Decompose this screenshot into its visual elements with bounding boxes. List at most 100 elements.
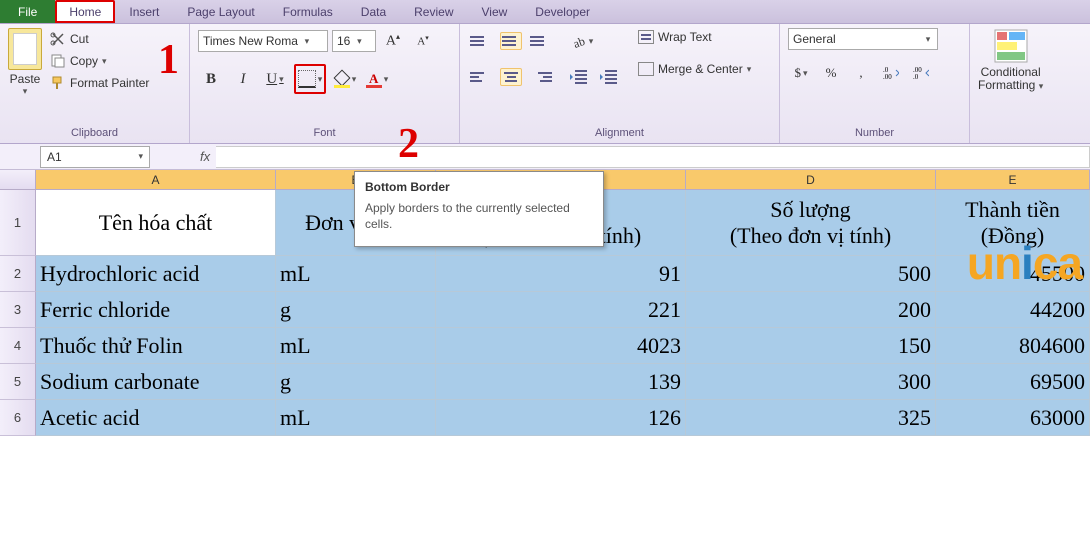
cell[interactable]: Sodium carbonate xyxy=(36,364,276,400)
cell[interactable]: mL xyxy=(276,328,436,364)
conditional-formatting-button[interactable]: Conditional Formatting ▾ xyxy=(978,28,1043,92)
cell[interactable]: 500 xyxy=(686,256,936,292)
cut-button[interactable]: Cut xyxy=(48,28,151,50)
cell[interactable]: 4023 xyxy=(436,328,686,364)
cell[interactable]: Thuốc thử Folin xyxy=(36,328,276,364)
cell[interactable]: 63000 xyxy=(936,400,1090,436)
cell[interactable]: 221 xyxy=(436,292,686,328)
merge-center-button[interactable]: Merge & Center ▾ xyxy=(634,60,755,78)
chevron-down-icon[interactable]: ▾ xyxy=(589,36,594,47)
cell[interactable]: 200 xyxy=(686,292,936,328)
tab-view[interactable]: View xyxy=(468,0,522,23)
cell[interactable]: 69500 xyxy=(936,364,1090,400)
align-bottom-button[interactable] xyxy=(528,28,554,54)
chevron-down-icon[interactable]: ▾ xyxy=(384,74,389,85)
orientation-button[interactable]: ab▾ xyxy=(566,28,598,54)
cell-E1[interactable]: Thành tiền(Đồng) xyxy=(936,190,1090,256)
cell[interactable]: mL xyxy=(276,400,436,436)
number-format-combo[interactable]: General▾ xyxy=(788,28,938,50)
column-header-E[interactable]: E xyxy=(936,170,1090,189)
chevron-down-icon[interactable]: ▾ xyxy=(354,36,364,47)
tab-home[interactable]: Home xyxy=(55,0,115,23)
row-header[interactable]: 5 xyxy=(0,364,36,400)
name-box[interactable]: A1 ▾ xyxy=(40,146,150,168)
increase-indent-button[interactable] xyxy=(596,64,622,90)
formula-input[interactable] xyxy=(216,146,1090,168)
copy-button[interactable]: Copy ▾ xyxy=(48,50,151,72)
paste-button[interactable]: Paste ▾ xyxy=(8,28,42,97)
align-left-button[interactable] xyxy=(468,64,494,90)
row-header[interactable]: 4 xyxy=(0,328,36,364)
fx-icon[interactable]: fx xyxy=(200,149,210,164)
decrease-indent-button[interactable] xyxy=(566,64,592,90)
row-header[interactable]: 2 xyxy=(0,256,36,292)
comma-format-button[interactable]: , xyxy=(848,60,874,86)
row-header[interactable]: 3 xyxy=(0,292,36,328)
chevron-down-icon[interactable]: ▾ xyxy=(1039,81,1044,91)
format-painter-button[interactable]: Format Painter xyxy=(48,72,151,94)
borders-button[interactable]: ▾ xyxy=(294,64,326,94)
align-top-icon xyxy=(470,32,492,50)
cell[interactable]: g xyxy=(276,364,436,400)
italic-button[interactable]: I xyxy=(230,66,256,92)
align-right-button[interactable] xyxy=(528,64,554,90)
font-size-combo[interactable]: 16▾ xyxy=(332,30,376,52)
font-name-combo[interactable]: Times New Roma▾ xyxy=(198,30,328,52)
chevron-down-icon[interactable]: ▾ xyxy=(747,64,752,75)
row-header[interactable]: 6 xyxy=(0,400,36,436)
tooltip-title: Bottom Border xyxy=(365,180,593,194)
cell[interactable]: 126 xyxy=(436,400,686,436)
font-color-icon: A xyxy=(366,71,382,87)
tab-insert[interactable]: Insert xyxy=(115,0,173,23)
tab-formulas[interactable]: Formulas xyxy=(269,0,347,23)
tab-file[interactable]: File xyxy=(0,0,55,23)
cell-D1[interactable]: Số lượng(Theo đơn vị tính) xyxy=(686,190,936,256)
tab-data[interactable]: Data xyxy=(347,0,400,23)
grow-font-button[interactable]: A▴ xyxy=(380,28,406,54)
chevron-down-icon[interactable]: ▾ xyxy=(23,86,28,97)
cell[interactable]: 300 xyxy=(686,364,936,400)
underline-button[interactable]: U▾ xyxy=(262,66,288,92)
accounting-format-button[interactable]: $▾ xyxy=(788,60,814,86)
tab-page-layout[interactable]: Page Layout xyxy=(173,0,268,23)
cell[interactable]: Acetic acid xyxy=(36,400,276,436)
align-top-button[interactable] xyxy=(468,28,494,54)
chevron-down-icon[interactable]: ▾ xyxy=(352,74,357,85)
tab-developer[interactable]: Developer xyxy=(521,0,604,23)
bold-button[interactable]: B xyxy=(198,66,224,92)
align-middle-button[interactable] xyxy=(498,28,524,54)
cell[interactable]: 325 xyxy=(686,400,936,436)
cell[interactable]: 139 xyxy=(436,364,686,400)
chevron-down-icon[interactable]: ▾ xyxy=(138,151,143,162)
chevron-down-icon[interactable]: ▾ xyxy=(318,74,323,85)
chevron-down-icon[interactable]: ▾ xyxy=(279,74,284,85)
fill-color-button[interactable]: ▾ xyxy=(332,66,358,92)
cell[interactable]: g xyxy=(276,292,436,328)
chevron-down-icon[interactable]: ▾ xyxy=(302,36,312,47)
cell[interactable]: Ferric chloride xyxy=(36,292,276,328)
font-color-button[interactable]: A▾ xyxy=(364,66,390,92)
chevron-down-icon[interactable]: ▾ xyxy=(923,34,933,45)
wrap-text-button[interactable]: Wrap Text xyxy=(634,28,755,46)
row-header[interactable]: 1 xyxy=(0,190,36,256)
cell[interactable]: 150 xyxy=(686,328,936,364)
cell[interactable]: 91 xyxy=(436,256,686,292)
column-header-D[interactable]: D xyxy=(686,170,936,189)
cell[interactable]: 804600 xyxy=(936,328,1090,364)
increase-decimal-button[interactable]: .0.00 xyxy=(878,60,904,86)
column-header-A[interactable]: A xyxy=(36,170,276,189)
tab-review[interactable]: Review xyxy=(400,0,467,23)
select-all-corner[interactable] xyxy=(0,170,36,189)
percent-format-button[interactable]: % xyxy=(818,60,844,86)
cell[interactable]: mL xyxy=(276,256,436,292)
cell[interactable]: 45500 xyxy=(936,256,1090,292)
chevron-down-icon[interactable]: ▾ xyxy=(102,56,107,67)
shrink-font-button[interactable]: A▾ xyxy=(410,28,436,54)
svg-text:ab: ab xyxy=(571,34,586,50)
decrease-decimal-button[interactable]: .00.0 xyxy=(908,60,934,86)
cell-A1[interactable]: Tên hóa chất xyxy=(36,190,276,256)
align-center-button[interactable] xyxy=(498,64,524,90)
chevron-down-icon[interactable]: ▾ xyxy=(803,68,808,79)
cell[interactable]: 44200 xyxy=(936,292,1090,328)
cell[interactable]: Hydrochloric acid xyxy=(36,256,276,292)
